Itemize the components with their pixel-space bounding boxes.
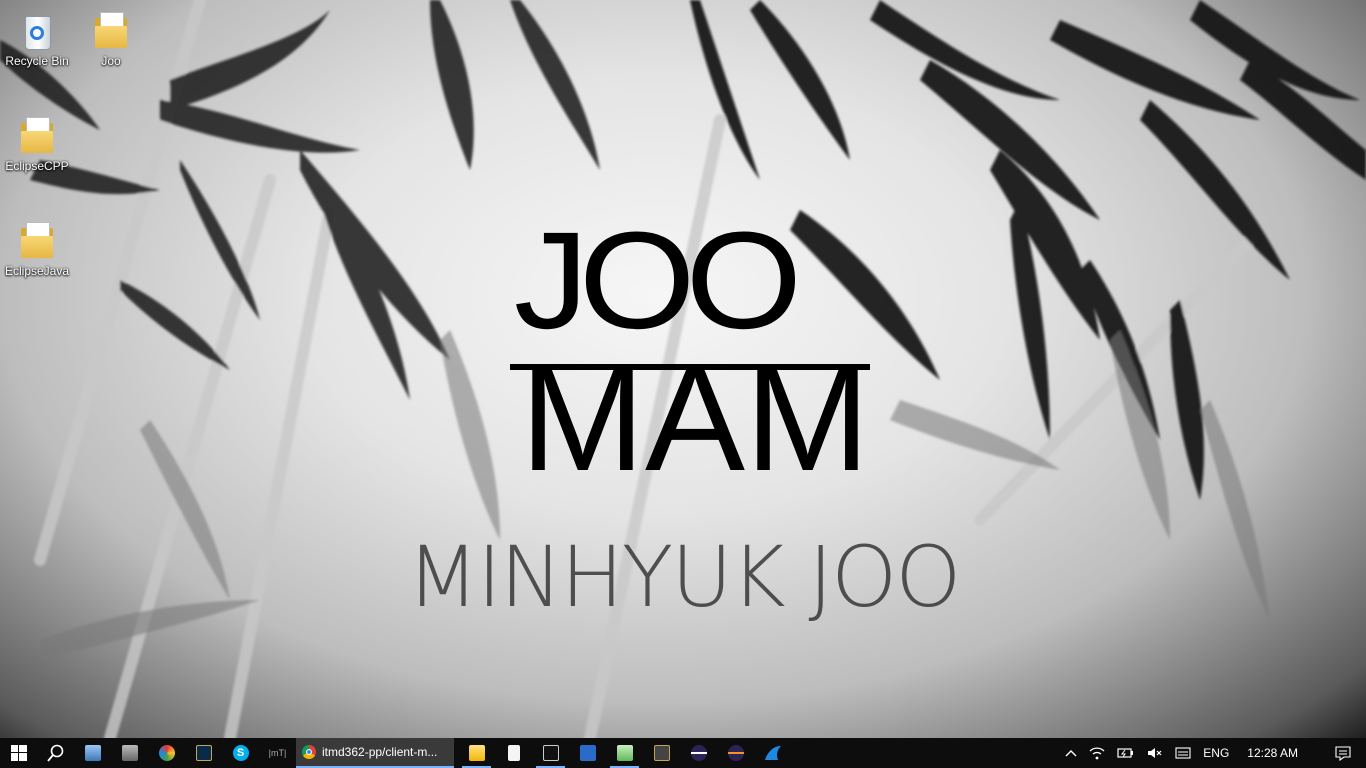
folder-icon <box>17 113 57 157</box>
taskbar-swirl-app[interactable] <box>148 738 185 768</box>
taskbar-skype[interactable]: S <box>222 738 259 768</box>
desktop-icon-eclipsejava[interactable]: EclipseJava <box>1 218 73 278</box>
desktop-wallpaper: JOO MAM MINHYUK JOO <box>0 0 1366 738</box>
desktop-icon-label: EclipseCPP <box>5 159 69 173</box>
taskbar-file-explorer[interactable] <box>458 738 495 768</box>
taskbar-league-launcher[interactable] <box>185 738 222 768</box>
language-indicator[interactable]: ENG <box>1197 738 1235 768</box>
league-launcher-icon <box>195 745 212 761</box>
file-explorer-icon <box>468 745 485 761</box>
notepad-icon <box>616 745 633 761</box>
desktop-icon-label: Recycle Bin <box>5 54 69 68</box>
desktop-icon-eclipsecpp[interactable]: EclipseCPP <box>1 113 73 173</box>
system-tray: ENG 12:28 AM <box>1059 738 1366 768</box>
taskbar-powershell[interactable] <box>569 738 606 768</box>
volume-muted-icon <box>1148 748 1162 758</box>
clock[interactable]: 12:28 AM <box>1235 738 1320 768</box>
wallpaper-wordmark: MINHYUK JOO <box>406 528 962 626</box>
taskbar-network-computer[interactable] <box>74 738 111 768</box>
skype-icon: S <box>232 745 249 761</box>
taskbar-castle-app[interactable] <box>111 738 148 768</box>
powershell-icon <box>579 745 596 761</box>
eclipse-java-icon <box>727 745 744 761</box>
search-button[interactable] <box>37 738 74 768</box>
taskbar-document[interactable] <box>495 738 532 768</box>
battery-button[interactable] <box>1111 738 1141 768</box>
notification-icon <box>1335 746 1351 761</box>
search-icon <box>46 744 63 762</box>
folder-icon <box>91 8 131 52</box>
wallpaper-logo-bottom: MAM <box>520 340 870 480</box>
start-button[interactable] <box>0 738 37 768</box>
action-center-button[interactable] <box>1320 738 1366 768</box>
media-app-icon <box>653 745 670 761</box>
mt-app-icon: |mT| <box>268 748 287 758</box>
windows-start-icon <box>10 745 27 761</box>
recycle-bin-icon <box>17 8 57 52</box>
keyboard-icon <box>1175 747 1191 759</box>
ime-button[interactable] <box>1169 738 1197 768</box>
chevron-up-icon <box>1065 750 1077 757</box>
logo-bar <box>510 364 870 370</box>
taskbar-media-app[interactable] <box>643 738 680 768</box>
taskbar-eclipse-cpp[interactable] <box>680 738 717 768</box>
desktop-icon-label: Joo <box>101 54 121 68</box>
chrome-window-title: itmd362-pp/client-m... <box>322 745 438 759</box>
desktop-icon-joo[interactable]: Joo <box>75 8 147 68</box>
taskbar-mt-app[interactable]: |mT| <box>259 738 296 768</box>
taskbar-command-prompt[interactable] <box>532 738 569 768</box>
taskbar-notepad[interactable] <box>606 738 643 768</box>
battery-charging-icon <box>1117 748 1134 758</box>
castle-app-icon <box>121 745 138 761</box>
chrome-icon <box>302 745 316 759</box>
document-icon <box>507 745 520 761</box>
eclipse-cpp-icon <box>690 745 707 761</box>
taskbar-eclipse-java[interactable] <box>717 738 754 768</box>
command-prompt-icon <box>542 745 559 761</box>
wallpaper-logo-top: JOO <box>513 202 802 358</box>
show-hidden-icons-button[interactable] <box>1059 738 1083 768</box>
volume-button[interactable] <box>1141 738 1169 768</box>
taskbar-shark-app[interactable] <box>754 738 791 768</box>
taskbar: S |mT| itmd362-pp/client-m... ENG 12:28 … <box>0 738 1366 768</box>
folder-icon <box>17 218 57 262</box>
shark-app-icon <box>764 746 781 760</box>
taskbar-chrome-window[interactable]: itmd362-pp/client-m... <box>296 738 454 768</box>
swirl-app-icon <box>158 745 175 761</box>
wifi-icon <box>1089 747 1105 760</box>
network-computer-icon <box>84 745 101 761</box>
wallpaper-logo-bottom-glyph: MAM <box>510 340 870 480</box>
wifi-button[interactable] <box>1083 738 1111 768</box>
desktop-icon-recycle-bin[interactable]: Recycle Bin <box>1 8 73 68</box>
desktop-icon-label: EclipseJava <box>4 264 70 278</box>
